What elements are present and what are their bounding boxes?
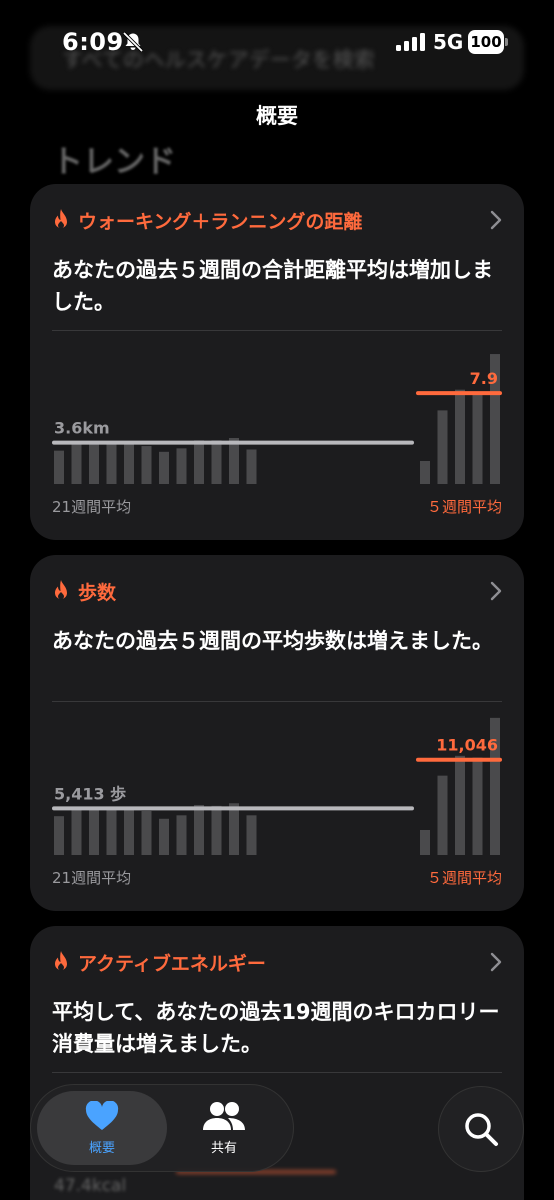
status-time: 6:09: [62, 28, 124, 56]
avg21-value: 5,413 歩: [54, 784, 126, 803]
heart-icon: [85, 1100, 119, 1130]
tab-label: 共有: [210, 1140, 237, 1156]
bar-21week: [89, 441, 99, 484]
bar-21week: [246, 449, 257, 484]
divider: [52, 1072, 502, 1073]
battery-indicator: 100: [468, 30, 504, 54]
bar-5week: [420, 829, 430, 855]
tab-sharing[interactable]: 共有: [159, 1085, 289, 1171]
divider: [52, 701, 502, 702]
search-button[interactable]: [438, 1086, 524, 1172]
chevron-right-icon[interactable]: [490, 210, 502, 230]
divider: [52, 330, 502, 331]
bar-21week: [194, 440, 204, 484]
bar-21week: [54, 816, 64, 855]
bar-21week: [106, 807, 117, 855]
bell-slash-icon: [122, 32, 144, 52]
avg21-footer: 21週間平均: [52, 498, 132, 516]
signal-icon: [396, 33, 425, 51]
tab-label: 概要: [88, 1140, 115, 1156]
flame-icon: [55, 580, 67, 600]
status-bar: 6:09 5G 100: [0, 0, 554, 84]
bar-5week: [472, 757, 483, 855]
avg5-footer: ５週間平均: [426, 498, 502, 516]
flame-icon: [55, 951, 67, 971]
page-title: 概要: [256, 104, 298, 128]
chevron-right-icon[interactable]: [490, 581, 502, 601]
bar-21week: [176, 815, 187, 855]
card-title: ウォーキング＋ランニングの距離: [78, 210, 363, 233]
tab-bar: 概要 共有: [30, 1084, 294, 1172]
bar-5week: [437, 775, 448, 855]
bar-21week: [124, 807, 134, 855]
bar-5week: [437, 410, 448, 484]
battery-tip: [505, 38, 508, 46]
avg21-footer: 21週間平均: [52, 869, 132, 887]
bar-21week: [89, 806, 99, 855]
flame-icon: [55, 209, 67, 229]
trend-card-steps[interactable]: 歩数 あなたの過去５週間の平均歩数は増えました。 5,413 歩 11,046 2…: [30, 555, 524, 911]
search-icon: [465, 1113, 498, 1146]
bar-5week: [455, 755, 465, 855]
card-summary: あなたの過去５週間の合計距離平均は増加しました。: [52, 258, 493, 314]
bar-5week: [472, 392, 483, 484]
bar-21week: [54, 450, 64, 484]
card-title: 歩数: [78, 581, 117, 604]
bar-21week: [229, 438, 239, 484]
bar-5week: [455, 389, 465, 484]
bar-21week: [141, 446, 152, 484]
bar-21week: [211, 440, 222, 484]
bar-21week: [176, 448, 187, 484]
bar-5week: [420, 461, 430, 484]
trend-card-walking-distance[interactable]: ウォーキング＋ランニングの距離 あなたの過去５週間の合計距離平均は増加しました。…: [30, 184, 524, 540]
bar-21week: [159, 451, 169, 484]
bar-21week: [246, 815, 257, 855]
avg5-footer: ５週間平均: [426, 869, 502, 887]
tab-summary[interactable]: 概要: [37, 1085, 167, 1171]
bar-21week: [71, 442, 82, 484]
bar-21week: [124, 442, 134, 484]
trend-chart: 5,413 歩 11,046: [52, 717, 502, 855]
energy-avg-label: 47.4kcal: [54, 1176, 127, 1196]
section-title: トレンド: [52, 144, 176, 180]
card-title: アクティブエネルギー: [78, 952, 266, 975]
network-label: 5G: [433, 30, 464, 54]
bar-21week: [71, 807, 82, 855]
people-icon: [203, 1101, 245, 1130]
avg5-value: 7.9: [470, 369, 498, 388]
chevron-right-icon[interactable]: [490, 952, 502, 972]
bar-21week: [194, 804, 204, 855]
trend-chart: 3.6km 7.9: [52, 354, 502, 484]
bar-21week: [229, 803, 239, 855]
bar-21week: [211, 805, 222, 855]
bar-21week: [106, 442, 117, 484]
card-summary: あなたの過去５週間の平均歩数は増えました。: [52, 629, 493, 653]
bar-21week: [159, 818, 169, 855]
card-summary: 平均して、あなたの過去19週間のキロカロリー消費量は増えました。: [52, 1000, 500, 1056]
avg5-value: 11,046: [436, 736, 498, 755]
avg21-value: 3.6km: [54, 419, 110, 438]
bar-21week: [141, 811, 152, 855]
